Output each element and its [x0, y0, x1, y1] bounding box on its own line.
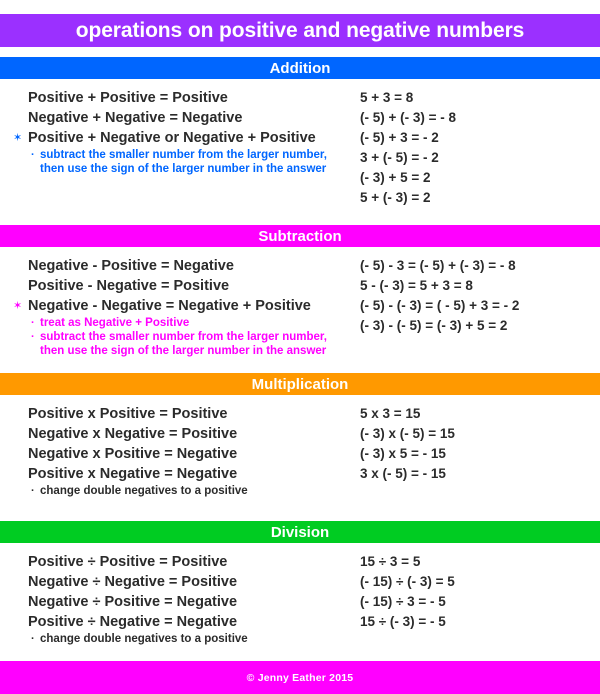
- note-text: change double negatives to a positive: [40, 633, 248, 645]
- section-header-multiplication: Multiplication: [0, 373, 600, 395]
- rule-line: ✶ Positive + Negative or Negative + Posit…: [0, 128, 352, 148]
- example-line: (- 3) + 5 = 2: [360, 170, 431, 185]
- rule-line: Positive x Negative = Negative: [0, 464, 352, 484]
- note-text: change double negatives to a positive: [40, 485, 248, 497]
- note-text-continuation: then use the sign of the larger number i…: [40, 345, 327, 357]
- rule-line: Negative - Positive = Negative: [0, 256, 352, 276]
- copyright-text: © Jenny Eather 2015: [246, 671, 354, 684]
- example-line: (- 3) x 5 = - 15: [360, 446, 446, 461]
- bullet-dot-icon: ·: [31, 633, 35, 645]
- rule-line: Negative ÷ Positive = Negative: [0, 592, 352, 612]
- example-line: 3 + (- 5) = - 2: [360, 150, 439, 165]
- section-header-label: Multiplication: [251, 375, 349, 393]
- rule-text: Negative - Positive = Negative: [28, 258, 234, 274]
- rule-text: Negative ÷ Positive = Negative: [28, 594, 238, 610]
- rule-text: Negative x Positive = Negative: [28, 446, 238, 462]
- rule-text: Negative + Negative = Negative: [28, 110, 243, 126]
- examples-column-multiplication: 5 x 3 = 15 (- 3) x (- 5) = 15 (- 3) x 5 = …: [352, 404, 600, 484]
- footer-bar: © Jenny Eather 2015: [0, 661, 600, 694]
- note-line: · change double negatives to a positive: [0, 632, 352, 646]
- example-line: (- 15) ÷ (- 3) = 5: [360, 574, 455, 589]
- example-line: 5 - (- 3) = 5 + 3 = 8: [360, 278, 473, 293]
- rule-line: Negative x Negative = Positive: [0, 424, 352, 444]
- note-line: · treat as Negative + Positive: [0, 316, 352, 330]
- rule-text: Positive - Negative = Positive: [28, 278, 230, 294]
- note-line: · change double negatives to a positive: [0, 484, 352, 498]
- rule-line: Negative + Negative = Negative: [0, 108, 352, 128]
- rule-text: Negative - Negative = Negative + Positiv…: [28, 298, 311, 314]
- examples-column-addition: 5 + 3 = 8 (- 5) + (- 3) = - 8 (- 5) + 3 = …: [352, 88, 600, 208]
- example-line: (- 3) x (- 5) = 15: [360, 426, 455, 441]
- example-line: (- 5) - (- 3) = ( - 5) + 3 = - 2: [360, 298, 520, 313]
- rule-line: Positive ÷ Negative = Negative: [0, 612, 352, 632]
- example-line: 3 x (- 5) = - 15: [360, 466, 446, 481]
- section-header-subtraction: Subtraction: [0, 225, 600, 247]
- bullet-dot-icon: ·: [31, 485, 35, 497]
- rule-text: Positive + Positive = Positive: [28, 90, 228, 106]
- rule-line: Negative ÷ Negative = Positive: [0, 572, 352, 592]
- example-line: 5 x 3 = 15: [360, 406, 421, 421]
- example-line: 5 + 3 = 8: [360, 90, 414, 105]
- rule-line: ✶ Negative - Negative = Negative + Positi…: [0, 296, 352, 316]
- note-text: treat as Negative + Positive: [40, 317, 190, 329]
- examples-column-subtraction: (- 5) - 3 = (- 5) + (- 3) = - 8 5 - (- 3)…: [352, 256, 600, 336]
- example-line: 5 + (- 3) = 2: [360, 190, 431, 205]
- star-bullet-icon: ✶: [13, 300, 23, 312]
- note-text: subtract the smaller number from the lar…: [40, 331, 327, 343]
- example-line: (- 15) ÷ 3 = - 5: [360, 594, 446, 609]
- rule-text: Positive x Negative = Negative: [28, 466, 238, 482]
- section-header-label: Subtraction: [258, 227, 342, 245]
- section-header-label: Addition: [269, 59, 331, 77]
- bullet-dot-icon: ·: [31, 149, 35, 161]
- rule-line: Positive ÷ Positive = Positive: [0, 552, 352, 572]
- example-line: 15 ÷ (- 3) = - 5: [360, 614, 446, 629]
- example-line: (- 5) + 3 = - 2: [360, 130, 439, 145]
- rule-line: Positive - Negative = Positive: [0, 276, 352, 296]
- note-line: · subtract the smaller number from the la…: [0, 148, 352, 162]
- bullet-dot-icon: ·: [31, 331, 35, 343]
- example-line: 15 ÷ 3 = 5: [360, 554, 421, 569]
- rules-column-multiplication: Positive x Positive = Positive Negative x…: [0, 404, 352, 498]
- example-line: (- 5) + (- 3) = - 8: [360, 110, 457, 125]
- star-bullet-icon: ✶: [13, 132, 23, 144]
- rule-text: Positive + Negative or Negative + Positi…: [28, 130, 316, 146]
- rule-line: Negative x Positive = Negative: [0, 444, 352, 464]
- section-header-division: Division: [0, 521, 600, 543]
- note-text: subtract the smaller number from the lar…: [40, 149, 327, 161]
- example-line: (- 3) - (- 5) = (- 3) + 5 = 2: [360, 318, 508, 333]
- rules-column-addition: Positive + Positive = Positive Negative +…: [0, 88, 352, 176]
- rule-text: Negative ÷ Negative = Positive: [28, 574, 238, 590]
- rule-text: Positive ÷ Negative = Negative: [28, 614, 238, 630]
- rule-line: Positive x Positive = Positive: [0, 404, 352, 424]
- note-text-continuation: then use the sign of the larger number i…: [40, 163, 327, 175]
- rule-text: Negative x Negative = Positive: [28, 426, 238, 442]
- examples-column-division: 15 ÷ 3 = 5 (- 15) ÷ (- 3) = 5 (- 15) ÷ 3 =…: [352, 552, 600, 632]
- rules-column-subtraction: Negative - Positive = Negative Positive -…: [0, 256, 352, 358]
- rule-text: Positive ÷ Positive = Positive: [28, 554, 228, 570]
- section-header-label: Division: [270, 523, 330, 541]
- note-line: · subtract the smaller number from the la…: [0, 330, 352, 344]
- chart-title-bar: operations on positive and negative numb…: [0, 14, 600, 47]
- page-title: operations on positive and negative numb…: [75, 18, 525, 42]
- section-header-addition: Addition: [0, 57, 600, 79]
- rule-line: Positive + Positive = Positive: [0, 88, 352, 108]
- rule-text: Positive x Positive = Positive: [28, 406, 228, 422]
- example-line: (- 5) - 3 = (- 5) + (- 3) = - 8: [360, 258, 516, 273]
- rules-column-division: Positive ÷ Positive = Positive Negative ÷…: [0, 552, 352, 646]
- bullet-dot-icon: ·: [31, 317, 35, 329]
- reference-chart: operations on positive and negative numb…: [0, 0, 600, 694]
